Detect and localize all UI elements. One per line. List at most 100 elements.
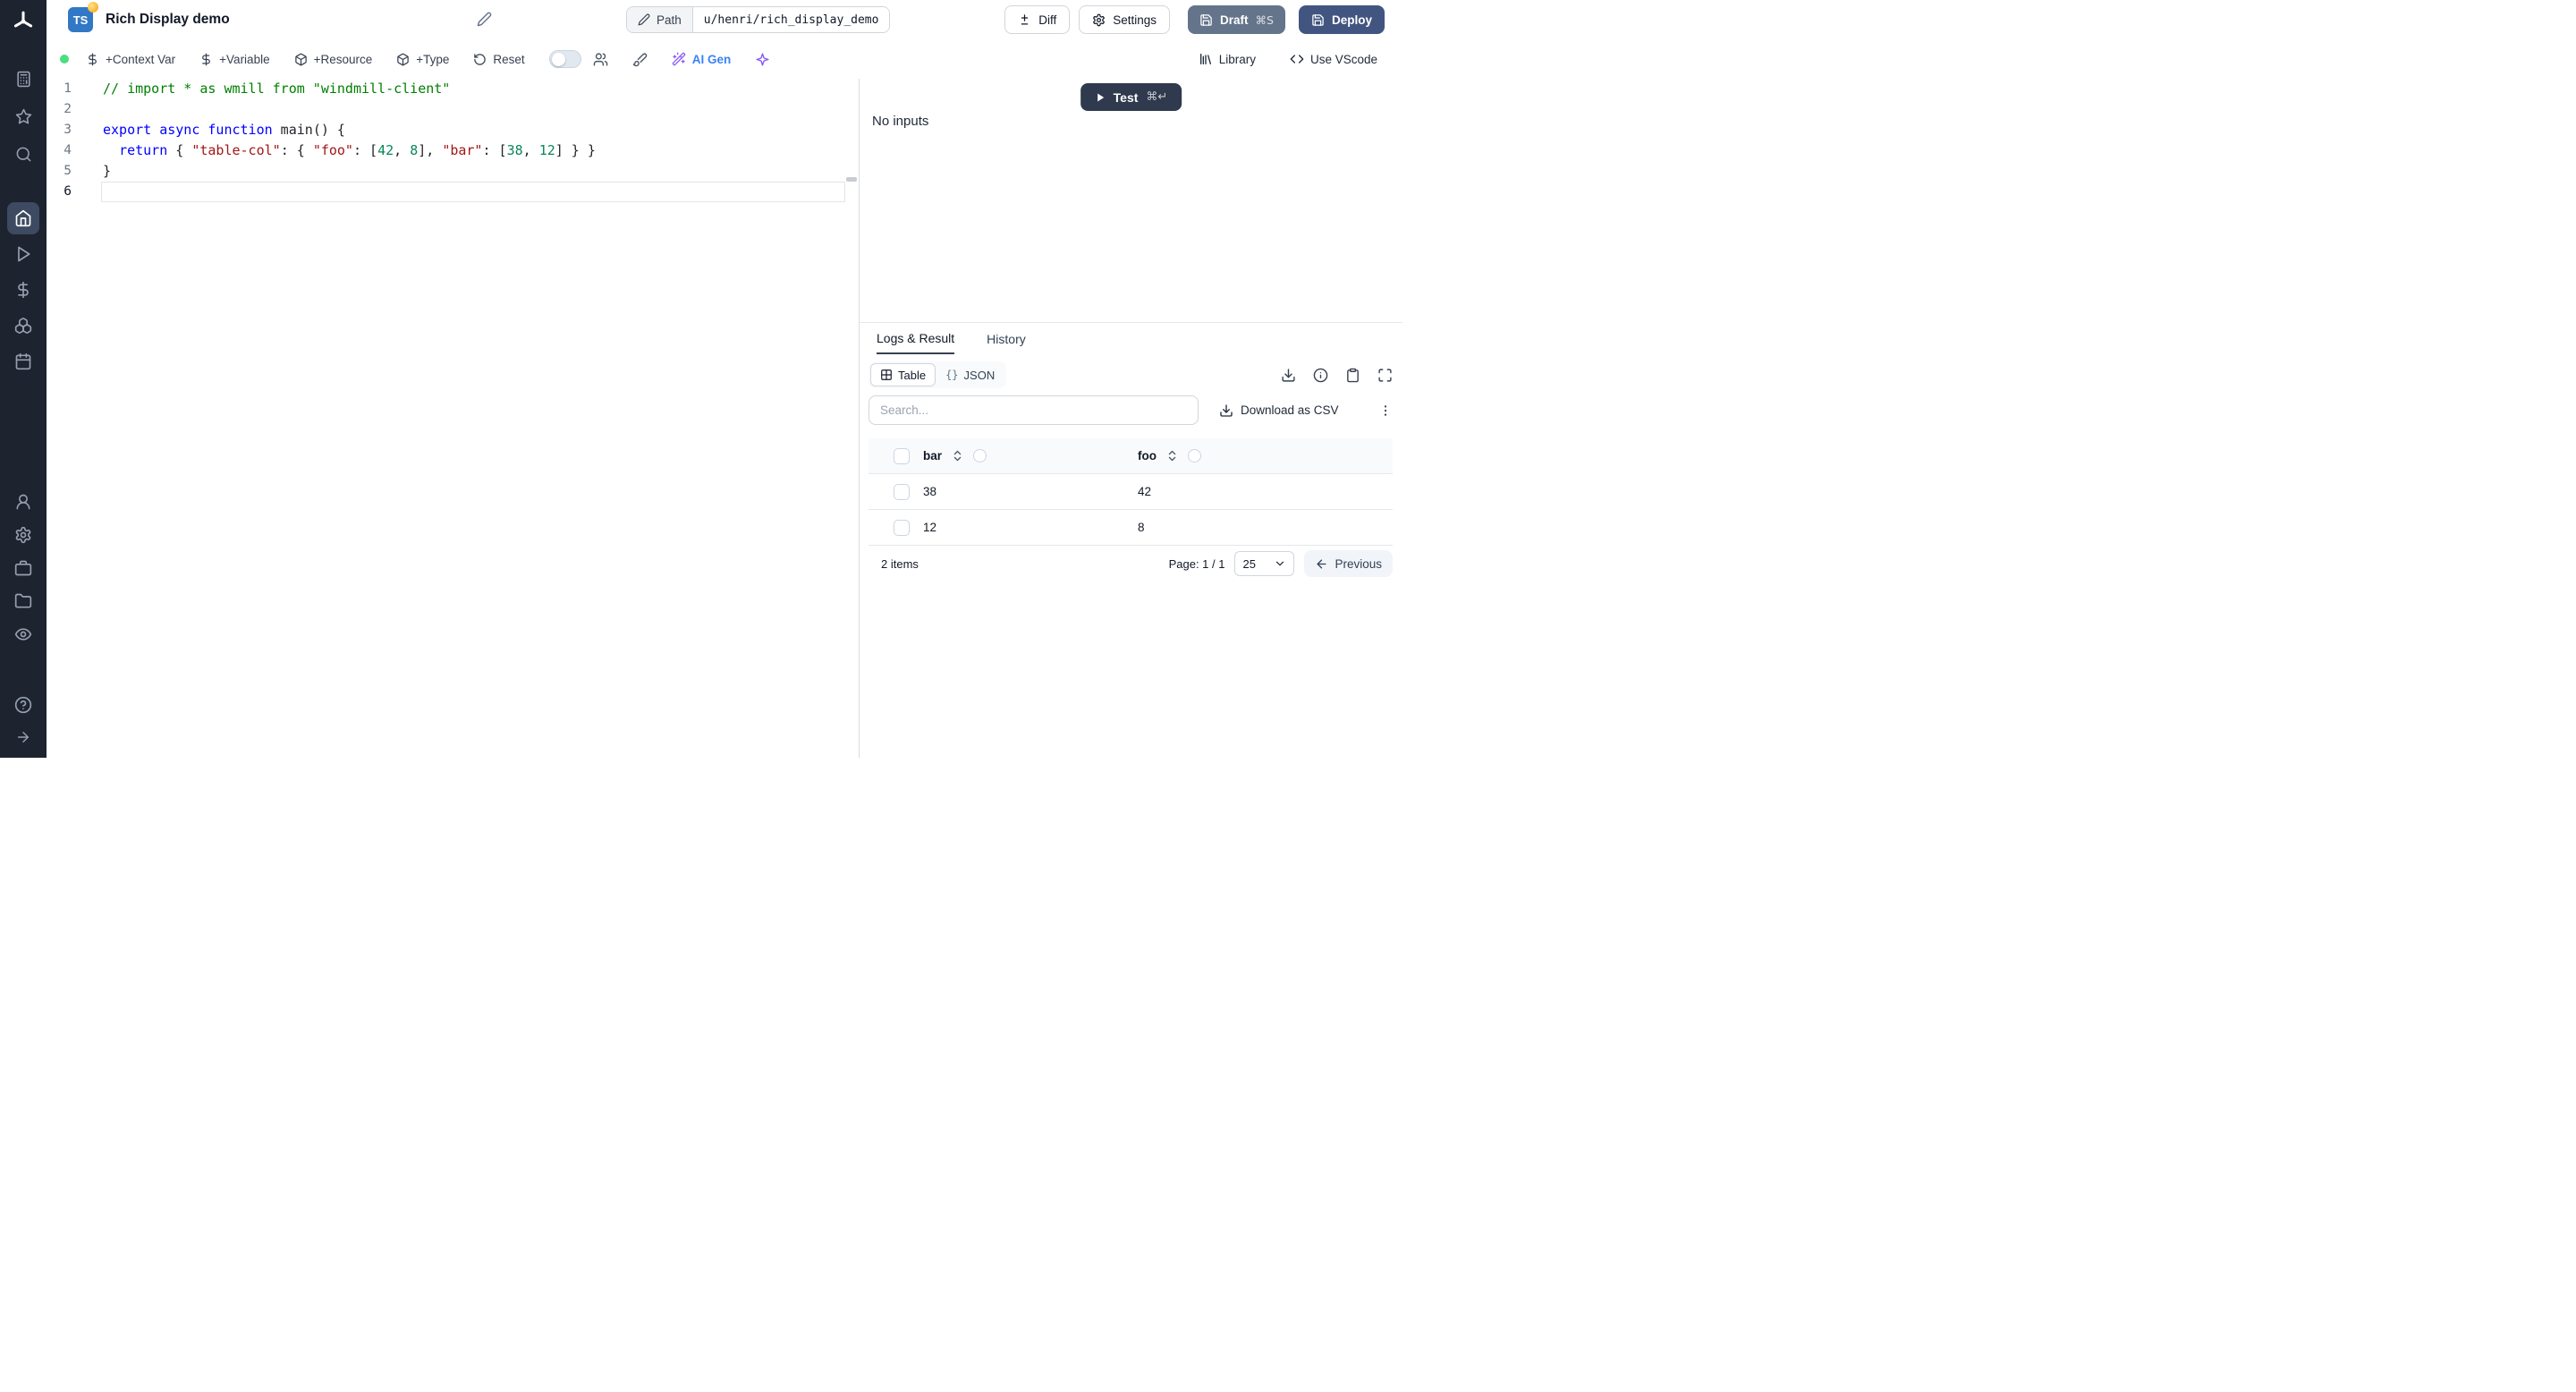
- sort-bar-button[interactable]: [951, 449, 964, 463]
- dollar-icon: [89, 53, 97, 65]
- search-icon: [16, 147, 30, 161]
- sidebar-item-variables[interactable]: [7, 274, 39, 306]
- code-line[interactable]: }: [101, 161, 845, 182]
- row-checkbox[interactable]: [894, 519, 910, 536]
- select-all-checkbox[interactable]: [894, 447, 910, 464]
- arrow-right-icon: [18, 732, 29, 743]
- sidebar-item-schedules[interactable]: [7, 345, 39, 378]
- column-toggle[interactable]: [1188, 449, 1201, 463]
- download-csv-button[interactable]: Download as CSV: [1219, 403, 1339, 418]
- column-label: bar: [923, 449, 943, 463]
- sort-foo-button[interactable]: [1165, 449, 1179, 463]
- sidebar-item-folders[interactable]: [7, 585, 39, 617]
- sidebar-item-runs[interactable]: [7, 238, 39, 270]
- ai-suggest-button[interactable]: [755, 52, 770, 67]
- row-checkbox-cell: [869, 519, 916, 536]
- sidebar-item-audit-logs[interactable]: [7, 618, 39, 650]
- settings-button[interactable]: Settings: [1079, 5, 1171, 34]
- expand-result-button[interactable]: [1377, 368, 1393, 383]
- multiplayer-button[interactable]: [593, 52, 608, 67]
- code-line[interactable]: export async function main() {: [101, 120, 845, 140]
- sidebar-item-resources[interactable]: [7, 310, 39, 342]
- tab-history[interactable]: History: [987, 323, 1026, 354]
- column-toggle[interactable]: [973, 449, 987, 463]
- download-icon: [1282, 368, 1295, 382]
- collab-toggle[interactable]: [548, 50, 581, 68]
- code-token: return: [119, 142, 168, 158]
- path-edit-button[interactable]: Path: [627, 7, 693, 32]
- diff-icon: [1021, 13, 1029, 24]
- copy-result-button[interactable]: [1345, 368, 1360, 383]
- ai-gen-button[interactable]: AI Gen: [672, 52, 731, 66]
- add-type-button[interactable]: +Type: [396, 53, 449, 66]
- add-context-var-button[interactable]: +Context Var: [86, 53, 175, 66]
- code-token: () {: [312, 122, 345, 138]
- add-variable-button[interactable]: +Variable: [199, 53, 270, 66]
- sidebar-item-workers[interactable]: [7, 552, 39, 584]
- format-button[interactable]: [632, 52, 648, 67]
- table-menu-button[interactable]: [1378, 403, 1393, 418]
- search-input[interactable]: [869, 395, 1199, 425]
- deploy-button[interactable]: Deploy: [1298, 5, 1385, 34]
- sidebar-item-favorites[interactable]: [12, 107, 35, 125]
- row-checkbox[interactable]: [894, 483, 910, 500]
- code-line[interactable]: [101, 182, 845, 202]
- result-info-button[interactable]: [1313, 368, 1328, 383]
- edit-title-button[interactable]: [477, 12, 492, 27]
- no-inputs-text: No inputs: [872, 114, 929, 129]
- library-button[interactable]: Library: [1199, 52, 1256, 66]
- download-icon: [1220, 403, 1233, 417]
- code-line[interactable]: // import * as wmill from "windmill-clie…: [101, 79, 845, 99]
- download-result-button[interactable]: [1281, 368, 1296, 383]
- path-group: Path u/henri/rich_display_demo: [626, 6, 891, 33]
- top-header: TS Rich Display demo Path u/henri/rich_d…: [47, 0, 1402, 39]
- code-token: 8: [410, 142, 419, 158]
- add-type-label: +Type: [416, 52, 450, 66]
- arrow-left-icon: [1317, 559, 1326, 568]
- windmill-logo[interactable]: [12, 10, 35, 33]
- line-number: 1: [64, 81, 72, 96]
- sidebar-item-help[interactable]: [7, 689, 39, 721]
- draft-button[interactable]: Draft ⌘S: [1188, 5, 1285, 34]
- sparkles-icon: [756, 52, 769, 66]
- sidebar-item-search[interactable]: [12, 145, 35, 163]
- code-editor[interactable]: 123456 // import * as wmill from "windmi…: [47, 79, 859, 758]
- code-token: 38: [506, 142, 523, 158]
- gear-icon: [1093, 13, 1105, 26]
- view-table-button[interactable]: Table: [870, 363, 936, 386]
- sidebar-item-expand[interactable]: [7, 721, 39, 753]
- code-token: "foo": [312, 142, 353, 158]
- home-icon: [15, 209, 31, 227]
- view-json-button[interactable]: {} JSON: [936, 363, 1004, 386]
- boxes-icon: [14, 318, 32, 334]
- sidebar-item-home[interactable]: [7, 202, 39, 234]
- test-shortcut: ⌘↵: [1146, 90, 1168, 104]
- editor-scrollbar[interactable]: [845, 79, 859, 758]
- sort-icon: [1168, 450, 1176, 462]
- sidebar-item-apps[interactable]: [12, 70, 35, 88]
- sidebar-item-settings[interactable]: [7, 519, 39, 551]
- table-search-row: Download as CSV: [869, 395, 1393, 425]
- wand-icon: [672, 52, 686, 66]
- package-icon: [397, 53, 410, 65]
- sidebar-item-users[interactable]: [7, 486, 39, 518]
- play-icon: [18, 246, 30, 262]
- page-size-select[interactable]: 25: [1234, 551, 1295, 576]
- help-icon: [14, 696, 32, 714]
- status-dot: [60, 55, 69, 64]
- code-token: // import * as wmill from "windmill-clie…: [103, 81, 451, 97]
- code-line[interactable]: return { "table-col": { "foo": [42, 8], …: [101, 140, 845, 161]
- tab-logs-result[interactable]: Logs & Result: [877, 323, 955, 354]
- code-token: {: [167, 142, 192, 158]
- path-value[interactable]: u/henri/rich_display_demo: [692, 7, 890, 32]
- add-resource-button[interactable]: +Resource: [294, 53, 372, 66]
- use-vscode-button[interactable]: Use VScode: [1290, 52, 1377, 66]
- code-lines: // import * as wmill from "windmill-clie…: [101, 79, 845, 202]
- calendar-icon: [15, 352, 31, 370]
- test-button[interactable]: Test ⌘↵: [1080, 83, 1182, 111]
- diff-button[interactable]: Diff: [1004, 5, 1071, 34]
- reset-button[interactable]: Reset: [473, 53, 525, 66]
- previous-page-button[interactable]: Previous: [1304, 550, 1393, 577]
- typescript-badge: TS: [68, 2, 98, 32]
- code-line[interactable]: [101, 99, 845, 120]
